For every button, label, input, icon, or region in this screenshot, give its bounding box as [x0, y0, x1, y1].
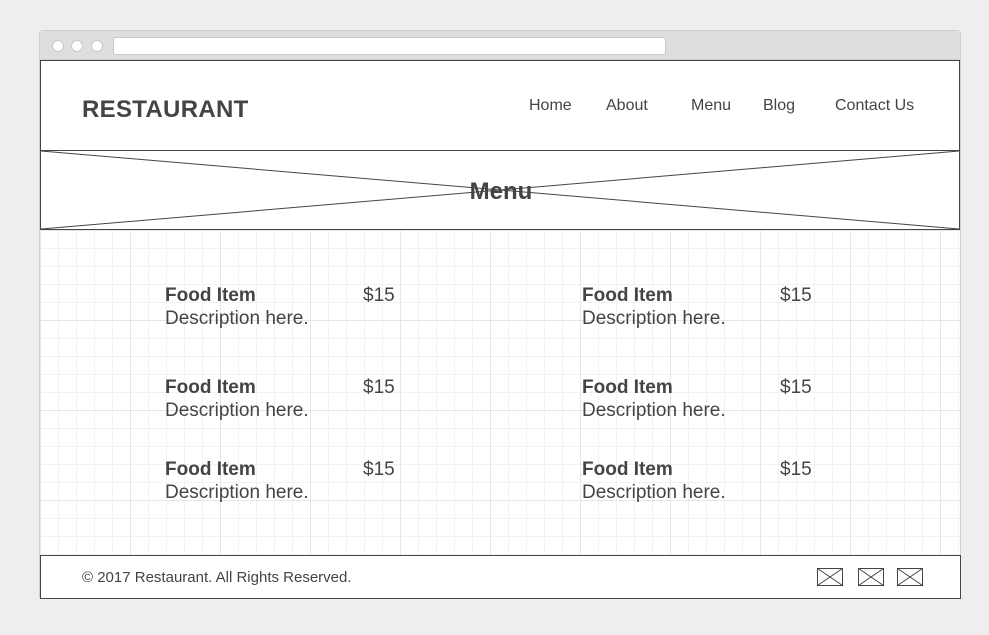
nav-about[interactable]: About	[606, 97, 648, 115]
hero-banner: Menu	[40, 150, 960, 230]
menu-item-description: Description here.	[582, 308, 726, 329]
menu-item: Food Item $15 Description here.	[165, 377, 425, 427]
nav-home[interactable]: Home	[529, 97, 572, 115]
menu-item-price: $15	[363, 459, 395, 480]
site-footer: © 2017 Restaurant. All Rights Reserved.	[40, 555, 961, 599]
menu-item: Food Item $15 Description here.	[582, 285, 842, 335]
menu-section: Food Item $15 Description here. Food Ite…	[40, 230, 960, 555]
menu-item-description: Description here.	[165, 482, 309, 503]
window-maximize-dot[interactable]	[91, 40, 103, 52]
menu-item-price: $15	[780, 285, 812, 306]
page-title: Menu	[469, 178, 533, 205]
browser-toolbar	[40, 31, 960, 60]
menu-item-description: Description here.	[582, 482, 726, 503]
menu-item-name: Food Item	[165, 285, 256, 306]
menu-item: Food Item $15 Description here.	[165, 285, 425, 335]
menu-item: Food Item $15 Description here.	[165, 459, 425, 509]
site-logo[interactable]: RESTAURANT	[82, 96, 249, 124]
menu-item: Food Item $15 Description here.	[582, 377, 842, 427]
nav-contact-us[interactable]: Contact Us	[835, 97, 914, 115]
menu-item-price: $15	[780, 459, 812, 480]
nav-blog[interactable]: Blog	[763, 97, 795, 115]
browser-window: RESTAURANT Home About Menu Blog Contact …	[39, 30, 961, 599]
menu-item-name: Food Item	[582, 377, 673, 398]
menu-item: Food Item $15 Description here.	[582, 459, 842, 509]
social-link-1-icon[interactable]	[817, 568, 843, 586]
menu-item-name: Food Item	[582, 459, 673, 480]
nav-menu[interactable]: Menu	[691, 97, 731, 115]
copyright-text: © 2017 Restaurant. All Rights Reserved.	[82, 569, 352, 586]
menu-item-name: Food Item	[165, 459, 256, 480]
social-link-2-icon[interactable]	[858, 568, 884, 586]
address-bar[interactable]	[113, 37, 666, 55]
window-minimize-dot[interactable]	[71, 40, 83, 52]
menu-item-price: $15	[363, 377, 395, 398]
menu-item-description: Description here.	[165, 308, 309, 329]
menu-item-description: Description here.	[165, 400, 309, 421]
social-link-3-icon[interactable]	[897, 568, 923, 586]
menu-item-description: Description here.	[582, 400, 726, 421]
menu-item-price: $15	[780, 377, 812, 398]
menu-item-name: Food Item	[165, 377, 256, 398]
menu-item-name: Food Item	[582, 285, 673, 306]
menu-item-price: $15	[363, 285, 395, 306]
window-close-dot[interactable]	[52, 40, 64, 52]
site-header: RESTAURANT Home About Menu Blog Contact …	[40, 60, 960, 150]
